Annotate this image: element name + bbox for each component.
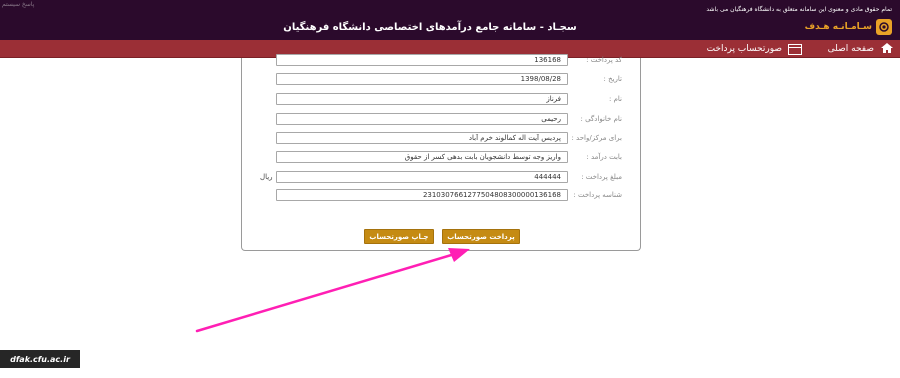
first-name-label: نام : [609,95,622,103]
logo-text: سـامـانـه هـدف [804,22,872,32]
currency-label: ریال [260,173,273,181]
nav-invoice[interactable]: صورتحساب پرداخت [707,40,802,58]
unit-row: برای مرکز/واحد : [242,131,642,147]
income-type-row: بابت درآمد : [242,150,642,166]
last-name-field[interactable] [276,113,568,125]
pay-invoice-button[interactable]: پرداخت صورتحساب [442,229,520,244]
first-name-field[interactable] [276,93,568,105]
app-header: پاسخ سیستم تمام حقوق مادی و معنوی این سا… [0,0,900,40]
nav-home-label: صفحه اصلی [827,44,874,54]
payment-code-label: کد پرداخت : [586,56,622,64]
last-name-row: نام خانوادگی : [242,112,642,128]
system-title: سجـاد - سامانه جامع درآمدهای اختصاصی دان… [283,22,577,33]
site-watermark: dfak.cfu.ac.ir [0,350,80,368]
income-type-field[interactable] [276,151,568,163]
copyright-notice: تمام حقوق مادی و معنوی این سامانه متعلق … [706,6,892,13]
logo-emblem-icon [876,19,892,35]
app-logo[interactable]: سـامـانـه هـدف [805,18,892,36]
payment-id-label: شناسه پرداخت : [573,191,622,199]
corner-text: پاسخ سیستم [2,1,35,8]
amount-row: مبلغ پرداخت : ریال [242,170,642,186]
amount-label: مبلغ پرداخت : [581,173,622,181]
home-icon [880,42,894,57]
last-name-label: نام خانوادگی : [580,115,622,123]
amount-field[interactable] [276,171,568,183]
window-icon [788,43,802,55]
unit-field[interactable] [276,132,568,144]
date-row: تاریخ : [242,72,642,88]
income-type-label: بابت درآمد : [586,153,622,161]
invoice-panel: کد پرداخت : تاریخ : نام : نام خانوادگی :… [241,54,642,251]
nav-home[interactable]: صفحه اصلی [828,40,894,58]
payment-code-field[interactable] [276,54,568,66]
unit-label: برای مرکز/واحد : [571,134,622,142]
print-invoice-button[interactable]: چـاپ صورتحساب [364,229,434,244]
nav-invoice-label: صورتحساب پرداخت [706,44,782,54]
payment-id-row: شناسه پرداخت : [242,188,642,204]
payment-code-row: کد پرداخت : [242,53,642,69]
date-field[interactable] [276,73,568,85]
payment-id-field[interactable] [276,189,568,201]
date-label: تاریخ : [603,75,622,83]
first-name-row: نام : [242,92,642,108]
